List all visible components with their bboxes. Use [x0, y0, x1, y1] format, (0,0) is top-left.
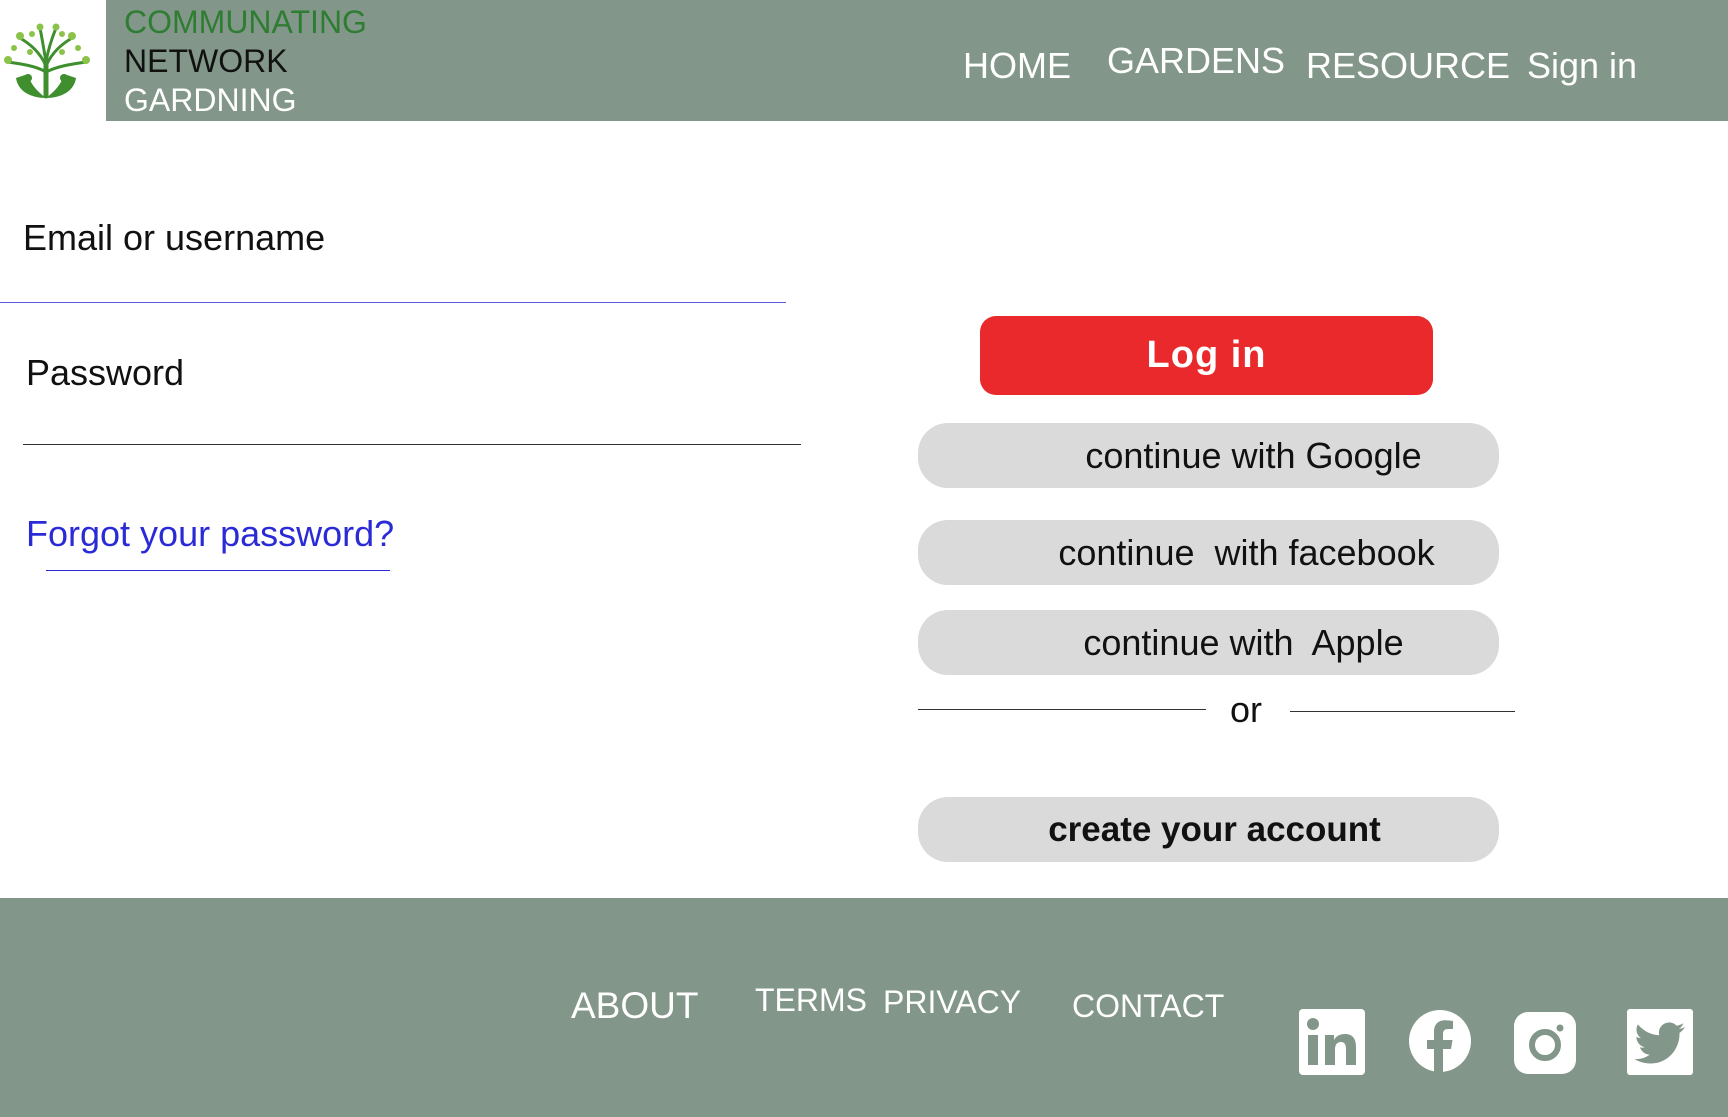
- header-bar: COMMUNATING NETWORK GARDNING HOME GARDEN…: [0, 0, 1728, 121]
- nav-gardens-link[interactable]: GARDENS: [1107, 41, 1285, 81]
- or-divider-right: [1290, 711, 1515, 712]
- nav-resource-link[interactable]: RESOURCE: [1306, 46, 1510, 86]
- twitter-icon[interactable]: [1627, 1009, 1693, 1080]
- nav-sign-in-link[interactable]: Sign in: [1527, 46, 1637, 86]
- password-field[interactable]: [23, 380, 801, 445]
- continue-google-button[interactable]: continue with Google: [918, 423, 1499, 488]
- continue-apple-button[interactable]: continue with Apple: [918, 610, 1499, 675]
- footer-about-link[interactable]: ABOUT: [571, 986, 698, 1026]
- continue-facebook-button[interactable]: continue with facebook: [918, 520, 1499, 585]
- login-button[interactable]: Log in: [980, 316, 1433, 395]
- brand-name-line-2: NETWORK: [124, 43, 288, 79]
- footer-privacy-link[interactable]: PRIVACY: [883, 984, 1021, 1020]
- or-divider-label: or: [1230, 689, 1263, 730]
- linkedin-icon[interactable]: [1299, 1009, 1365, 1080]
- brand-name-line-1: COMMUNATING: [124, 4, 367, 40]
- footer-bar: ABOUT TERMS PRIVACY CONTACT: [0, 898, 1728, 1117]
- nav-home-link[interactable]: HOME: [963, 46, 1071, 86]
- brand-name-line-3: GARDNING: [124, 82, 297, 118]
- forgot-password-underline: [46, 570, 390, 571]
- email-field[interactable]: [0, 246, 786, 303]
- forgot-password-link[interactable]: Forgot your password?: [26, 514, 394, 554]
- tree-hands-logo-icon: [4, 23, 90, 99]
- create-account-button[interactable]: create your account: [918, 797, 1499, 862]
- footer-contact-link[interactable]: CONTACT: [1072, 988, 1224, 1024]
- or-divider-left: [918, 709, 1206, 710]
- instagram-icon[interactable]: [1514, 1012, 1576, 1079]
- footer-terms-link[interactable]: TERMS: [755, 982, 867, 1018]
- facebook-icon[interactable]: [1408, 1009, 1472, 1080]
- logo[interactable]: [0, 0, 106, 121]
